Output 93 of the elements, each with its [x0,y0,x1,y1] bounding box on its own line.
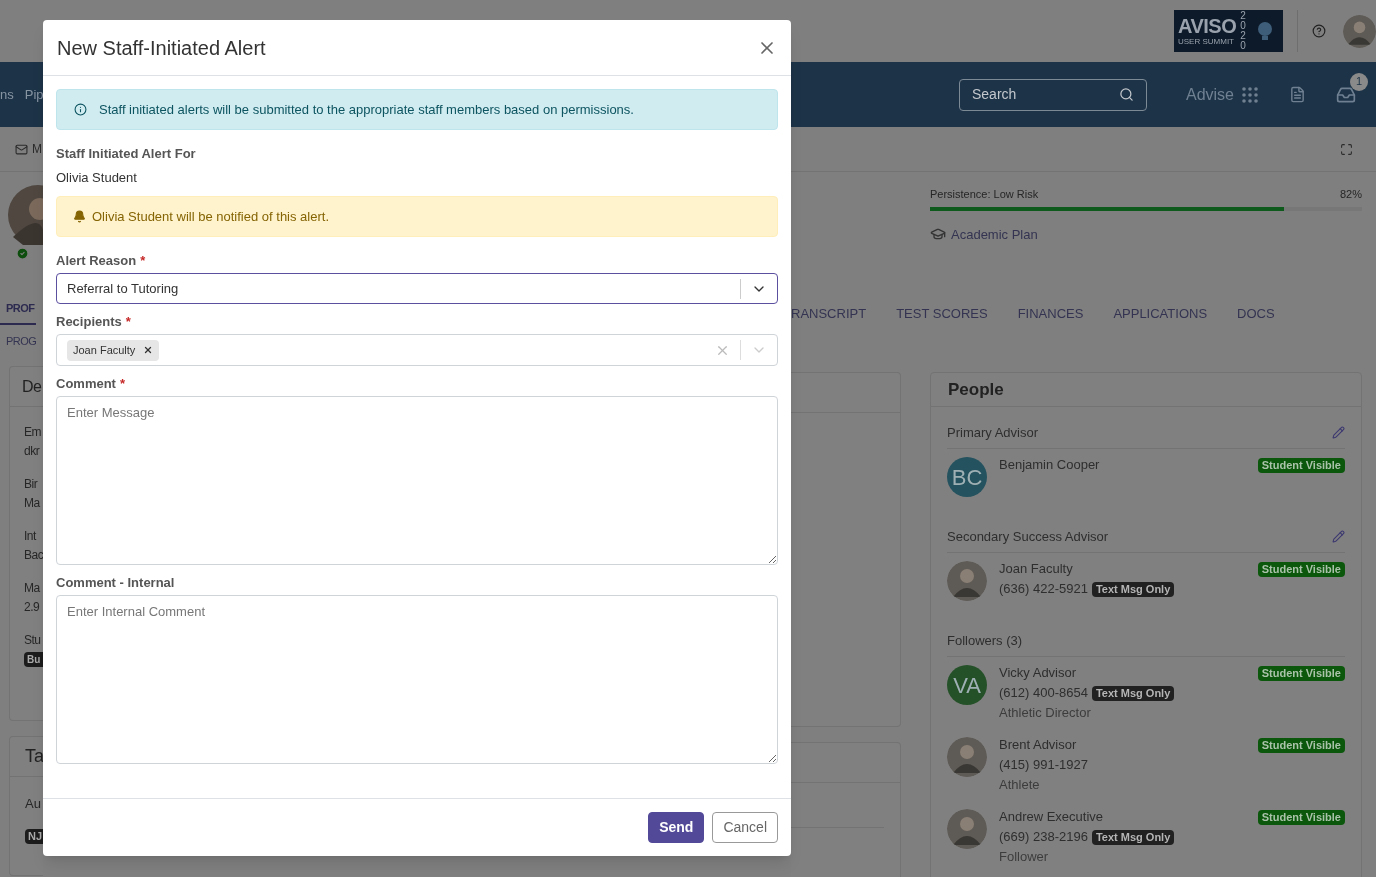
comment-field[interactable]: Enter Message [56,396,778,565]
cancel-button[interactable]: Cancel [712,812,778,843]
field-label: Recipients [56,312,122,331]
send-button[interactable]: Send [648,812,705,843]
avatar [947,737,987,777]
tag: Bu [24,652,44,667]
edit-icon[interactable] [1332,426,1345,439]
field-label: Staff Initiated Alert For [56,145,197,163]
text-only-tag: Text Msg Only [1091,685,1175,701]
bell-icon [73,210,86,223]
person-name: Joan Faculty [999,560,1074,578]
academic-plan-link[interactable]: Academic Plan [951,224,1038,244]
detail-text: 2.9 [24,599,40,616]
required-mark: * [119,374,125,393]
section-title: Primary Advisor [947,423,1039,442]
mail-icon[interactable] [15,142,28,156]
phone-number: (669) 238-2196 [999,828,1088,846]
info-text: Staff initiated alerts will be submitted to the appropriate staff members based on permissions. [99,100,634,119]
visibility-tag: Student Visible [1257,562,1345,577]
remove-icon[interactable] [143,345,154,355]
field-label: Comment [56,374,116,393]
help-icon[interactable] [1312,24,1326,38]
person-role: Athletic Director [999,704,1092,722]
person-name: Vicky Advisor [999,664,1078,682]
search-field[interactable]: Search [958,78,1147,111]
edit-icon[interactable] [1332,530,1345,543]
section-title: Followers (3) [947,631,1023,650]
status-check-icon [16,247,29,260]
person-name: Brent Advisor [999,736,1078,754]
logo-word: AVISO [1178,16,1237,36]
person-role: Follower [999,848,1050,866]
logo-year: 2020 [1240,11,1247,51]
avatar: VA [947,665,987,705]
detail-text: Bac [24,547,44,564]
detail-text: Stu [24,632,41,649]
comment-field[interactable]: Enter Internal Comment [56,595,778,764]
fullscreen-icon[interactable] [1340,142,1353,156]
required-mark: * [140,251,146,270]
alert-reason-select[interactable]: Referral to Tutoring [56,273,778,304]
phone-number: (636) 422-5921 [999,580,1088,598]
avatar [947,809,987,849]
profile-tab[interactable]: APPLICATIONS [1113,304,1208,326]
person-name: Andrew Executive [999,808,1105,826]
warning-text: Olivia Student will be notified of this alert. [92,207,329,226]
visibility-tag: Student Visible [1257,810,1345,825]
detail-text: Ma [24,495,40,512]
detail-text: Ma [24,580,40,597]
phone-number: (612) 400-8654 [999,684,1088,702]
search-input[interactable]: Search [971,84,1119,105]
nav-link[interactable]: ns [0,84,14,105]
avatar [947,561,987,601]
toolbar-label[interactable]: M [32,140,42,158]
task-text: Au [24,795,42,813]
subtab[interactable]: PROG [0,332,37,349]
text-only-tag: Text Msg Only [1091,581,1175,597]
dialog-title: New Staff-Initiated Alert [57,35,266,61]
student-name: Olivia Student [56,168,138,187]
required-mark: * [125,312,131,331]
profile-tab[interactable]: DOCS [1237,304,1275,326]
person-role: Athlete [999,776,1041,794]
detail-text: Bir [24,476,38,493]
visibility-tag: Student Visible [1257,666,1345,681]
advise-link[interactable]: Advise [1185,82,1234,107]
detail-text: Em [24,424,41,441]
logo-caption: USER SUMMIT [1178,37,1235,46]
field-label: Comment - Internal [56,573,175,592]
visibility-tag: Student Visible [1257,738,1345,753]
chip-label: Joan Faculty [73,342,136,358]
search-icon [1118,87,1134,102]
detail-text: Int [24,528,36,545]
section-title: Secondary Success Advisor [947,527,1109,546]
inbox-badge: 1 [1350,72,1368,91]
phone-number: (415) 991-1927 [999,756,1088,774]
profile-tab[interactable]: FINANCES [1017,304,1084,326]
detail-text: dkr [24,443,40,460]
persistence-reading: 82% [1339,187,1362,202]
card-title: Ta [25,745,44,768]
profile-tab[interactable]: RANSCRIPT [791,304,867,326]
nav-link[interactable]: Pip [24,84,44,105]
profile-tab[interactable]: PROF [0,300,36,325]
profile-tab[interactable]: TEST SCORES [896,304,988,326]
recipients-select[interactable]: Joan Faculty [56,334,778,366]
persistence-label: Persistence: Low Risk [930,187,1039,202]
field-label: Alert Reason [56,251,137,270]
card-title: De [22,376,42,397]
person-name: Benjamin Cooper [999,456,1101,474]
text-only-tag: Text Msg Only [1091,829,1175,845]
card-title: People [948,378,1004,401]
grid-icon[interactable] [1241,85,1259,104]
report-icon[interactable] [1289,86,1306,103]
avatar: BC [947,457,987,497]
visibility-tag: Student Visible [1257,458,1345,473]
info-icon [74,103,87,116]
